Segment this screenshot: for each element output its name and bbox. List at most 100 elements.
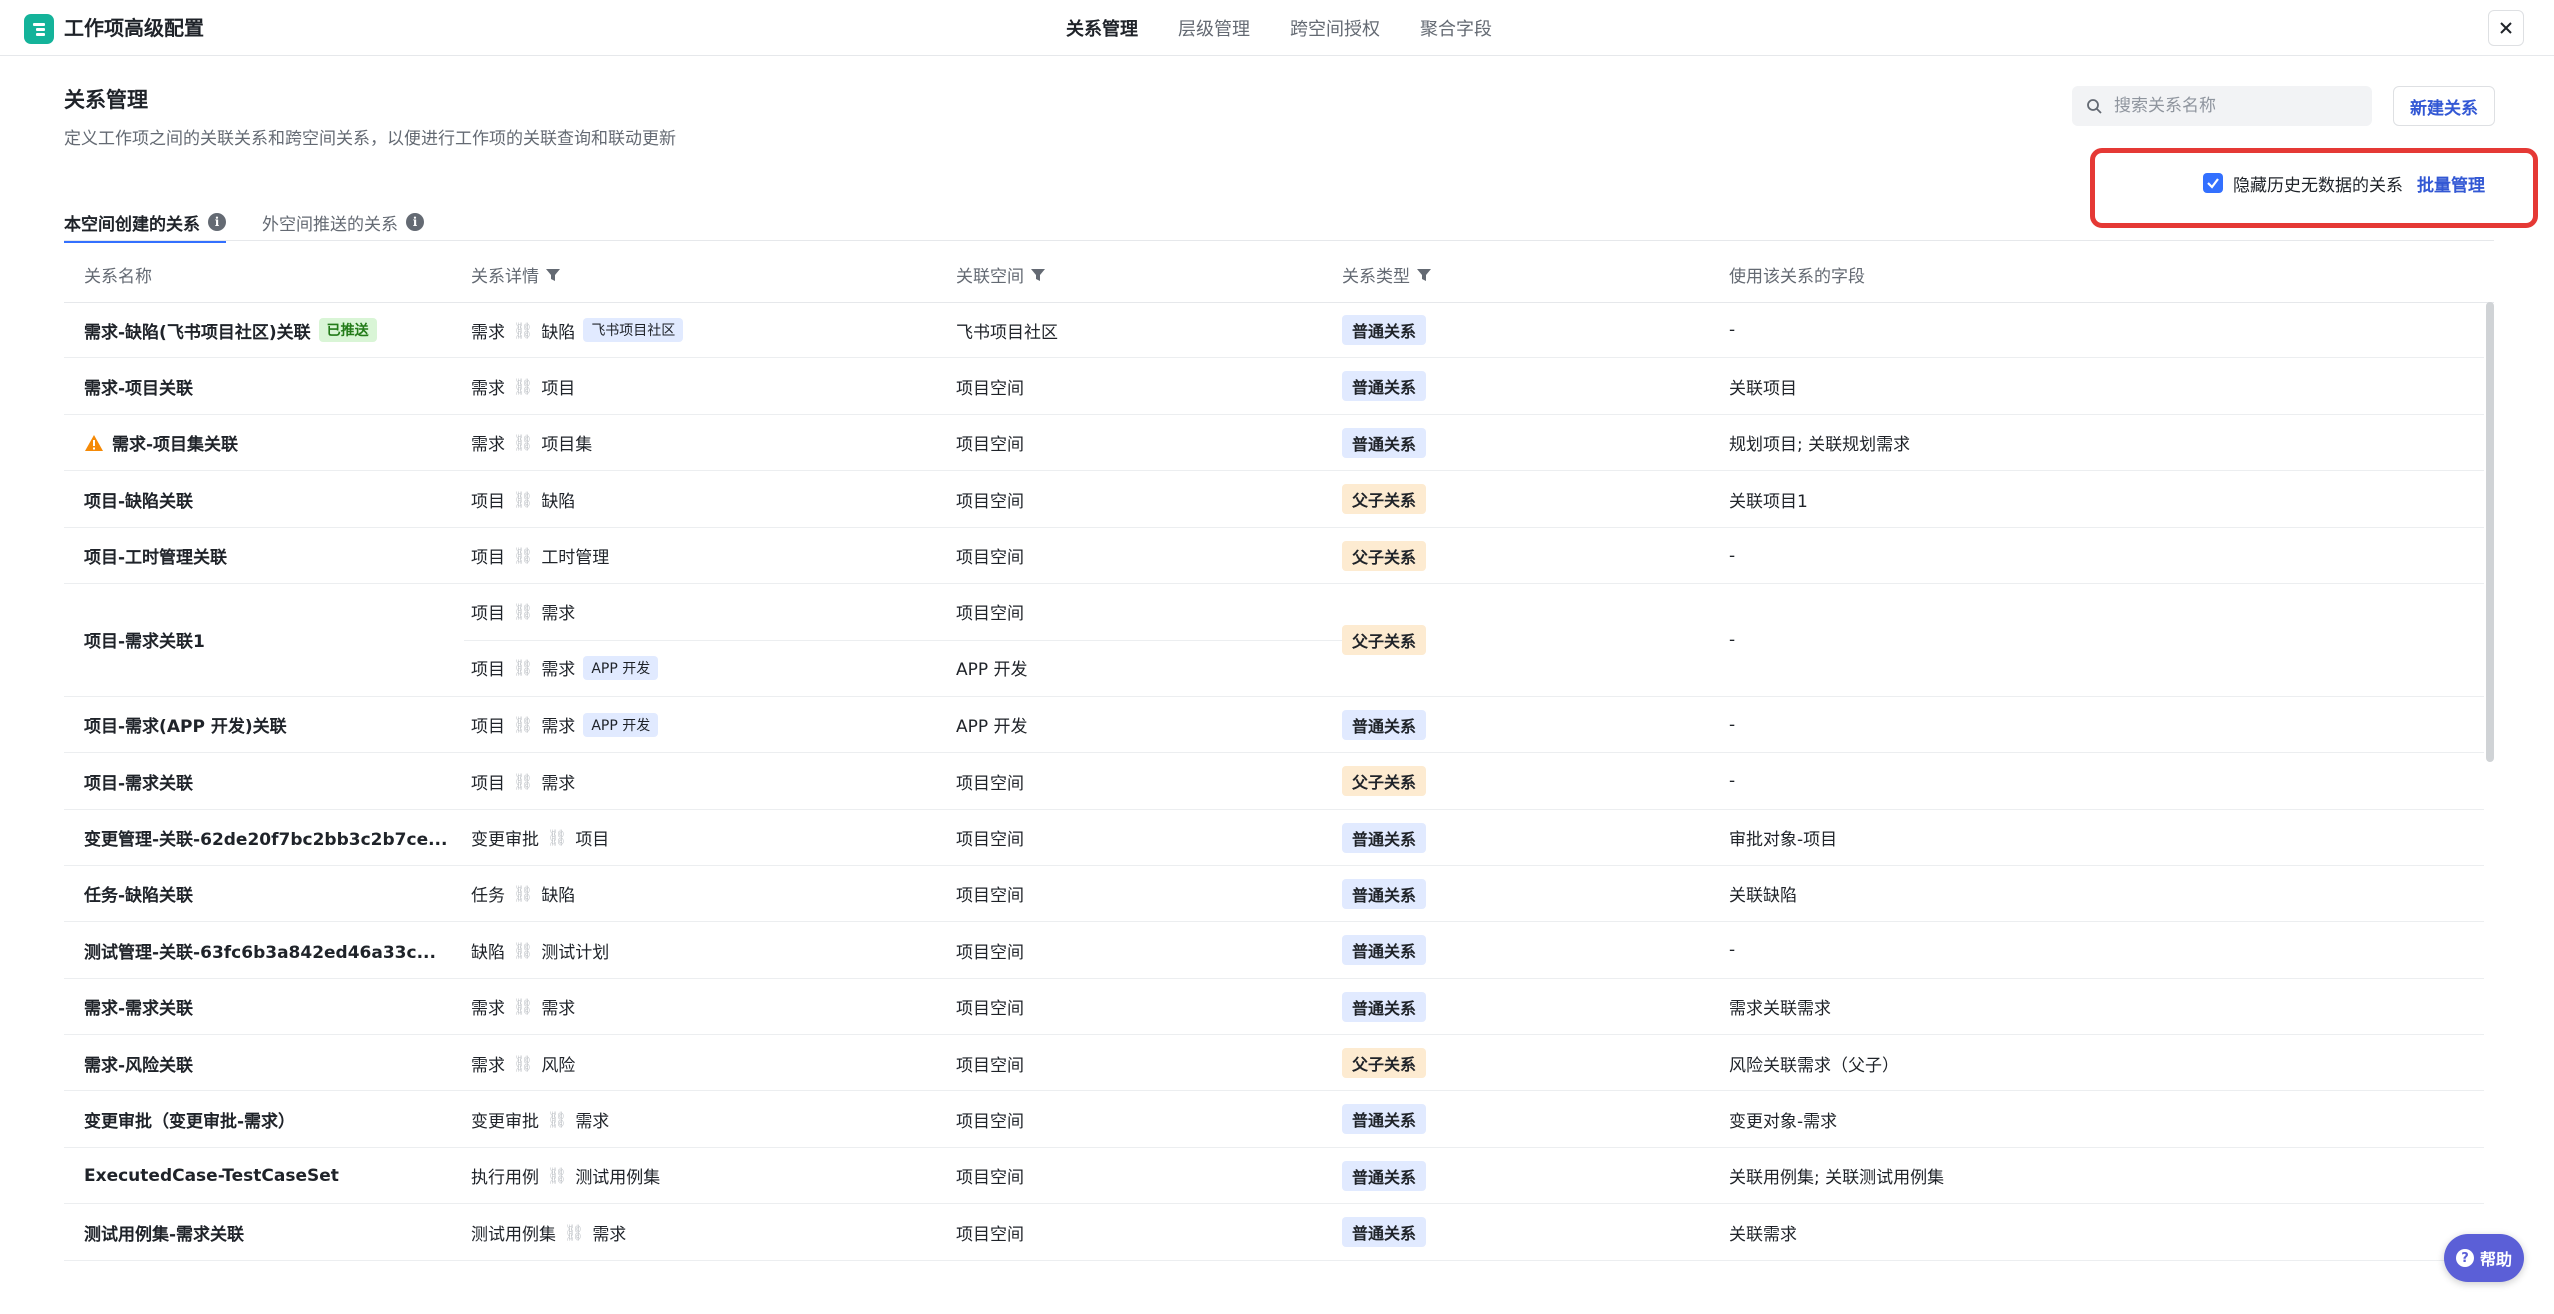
relation-name-text[interactable]: 需求-项目集关联: [112, 430, 238, 455]
relation-type: 普通关系: [1342, 358, 1427, 414]
filter-icon[interactable]: [545, 267, 561, 283]
help-button[interactable]: ? 帮助: [2444, 1234, 2524, 1282]
hide-history-label[interactable]: 隐藏历史无数据的关系: [2233, 171, 2403, 196]
table-row[interactable]: 需求-项目关联 需求 ⛓ 项目 项目空间 普通关系 关联项目: [64, 358, 2484, 415]
link-icon: ⛓: [564, 1222, 585, 1242]
relation-name-text[interactable]: 需求-风险关联: [84, 1051, 193, 1076]
table-row[interactable]: 项目-需求(APP 开发)关联 项目 ⛓ 需求 APP 开发 APP 开发 普通关系 -: [64, 697, 2484, 754]
relation-name-text[interactable]: 需求-缺陷(飞书项目社区)关联: [84, 318, 311, 343]
table-row[interactable]: 项目-需求关联1 项目 ⛓ 需求 项目空间 项目 ⛓ 需求 APP 开发 APP 开发 父子关系 -: [64, 584, 2484, 697]
relation-name: 测试用例集-需求关联: [84, 1204, 244, 1260]
relation-name-text[interactable]: 变更审批（变更审批-需求）: [84, 1107, 295, 1132]
related-space: 项目空间: [956, 1055, 1024, 1076]
relation-name-text[interactable]: 项目-工时管理关联: [84, 543, 227, 568]
relation-name-text[interactable]: 需求-项目关联: [84, 374, 193, 399]
tab-relation-management[interactable]: 关系管理: [1066, 0, 1138, 56]
relation-source: 缺陷: [471, 942, 505, 963]
related-space: 项目空间: [956, 1111, 1024, 1132]
table-row[interactable]: 需求-风险关联 需求 ⛓ 风险 项目空间 父子关系 风险关联需求（父子）: [64, 1035, 2484, 1092]
relation-name-text[interactable]: 任务-缺陷关联: [84, 881, 193, 906]
relation-target: 需求: [541, 604, 576, 625]
relation-name-text[interactable]: 项目-需求关联1: [84, 627, 205, 652]
relation-name-text[interactable]: 变更管理-关联-62de20f7bc2bb3c2b7ce...: [84, 825, 447, 850]
tab-local-relations-label: 本空间创建的关系: [64, 214, 200, 235]
relation-name-text[interactable]: 测试用例集-需求关联: [84, 1220, 244, 1245]
table-row[interactable]: 项目-工时管理关联 项目 ⛓ 工时管理 项目空间 父子关系 -: [64, 528, 2484, 584]
tab-cross-space-auth[interactable]: 跨空间授权: [1290, 0, 1380, 56]
related-space: 项目空间: [956, 491, 1024, 512]
relation-name-text[interactable]: 项目-需求(APP 开发)关联: [84, 712, 287, 737]
related-space: 项目空间: [956, 1168, 1024, 1189]
relation-type: 父子关系: [1342, 471, 1427, 527]
relation-name-text[interactable]: 测试管理-关联-63fc6b3a842ed46a33c...: [84, 938, 436, 963]
relation-name: 需求-风险关联: [84, 1035, 193, 1091]
table-row[interactable]: 测试用例集-需求关联 测试用例集 ⛓ 需求 项目空间 普通关系 关联需求: [64, 1204, 2484, 1261]
new-relation-button[interactable]: 新建关系: [2393, 86, 2495, 126]
relation-name: 变更管理-关联-62de20f7bc2bb3c2b7ce...: [84, 810, 447, 866]
relation-type-badge: 普通关系: [1342, 315, 1427, 345]
search-input[interactable]: [2112, 95, 2352, 117]
relation-type-badge: 父子关系: [1342, 624, 1427, 655]
filter-icon[interactable]: [1416, 267, 1432, 283]
relation-type: 父子关系: [1342, 753, 1427, 809]
relation-type-badge: 父子关系: [1342, 484, 1427, 515]
using-fields: -: [1729, 771, 1736, 792]
info-icon[interactable]: i: [406, 213, 424, 231]
relation-source: 项目: [471, 773, 505, 794]
relation-detail: 项目 ⛓ 需求 APP 开发: [471, 640, 659, 696]
relation-source: 项目: [471, 660, 505, 681]
tab-hierarchy-management[interactable]: 层级管理: [1178, 0, 1250, 56]
tab-local-relations[interactable]: 本空间创建的关系 i: [64, 204, 226, 243]
filter-icon[interactable]: [1030, 267, 1046, 283]
batch-manage-link[interactable]: 批量管理: [2417, 171, 2485, 196]
relation-detail: 项目 ⛓ 缺陷: [471, 471, 575, 527]
table-row[interactable]: 变更审批（变更审批-需求） 变更审批 ⛓ 需求 项目空间 普通关系 变更对象-需求: [64, 1091, 2484, 1148]
relation-name: 项目-需求关联1: [84, 612, 205, 668]
table-row[interactable]: 需求-缺陷(飞书项目社区)关联 已推送 需求 ⛓ 缺陷 飞书项目社区 飞书项目社区 普通关系 -: [64, 302, 2484, 359]
close-button[interactable]: [2488, 10, 2524, 46]
relation-name: 项目-需求(APP 开发)关联: [84, 697, 287, 753]
relation-target: 缺陷: [541, 491, 576, 512]
table-row[interactable]: 测试管理-关联-63fc6b3a842ed46a33c... 缺陷 ⛓ 测试计划 项目空…: [64, 922, 2484, 979]
tabs-divider: [64, 240, 2494, 241]
column-header-label: 使用该关系的字段: [1729, 267, 1865, 287]
relation-name-text[interactable]: 需求-需求关联: [84, 994, 193, 1019]
checkmark-icon: [2207, 178, 2219, 189]
app-logo-icon: [24, 14, 54, 44]
using-fields: 关联项目: [1729, 378, 1797, 399]
link-icon: ⛓: [513, 940, 534, 960]
table-row[interactable]: 项目-缺陷关联 项目 ⛓ 缺陷 项目空间 父子关系 关联项目1: [64, 471, 2484, 528]
relation-name: 测试管理-关联-63fc6b3a842ed46a33c...: [84, 922, 436, 978]
relation-type-badge: 父子关系: [1342, 1048, 1427, 1079]
table-row[interactable]: 需求-需求关联 需求 ⛓ 需求 项目空间 普通关系 需求关联需求: [64, 979, 2484, 1036]
relation-name-text[interactable]: 项目-需求关联: [84, 769, 193, 794]
relation-detail: 测试用例集 ⛓ 需求: [471, 1204, 626, 1260]
search-box[interactable]: [2072, 86, 2372, 126]
info-icon[interactable]: i: [208, 213, 226, 231]
related-space: 项目空间: [956, 435, 1024, 456]
table-row[interactable]: 任务-缺陷关联 任务 ⛓ 缺陷 项目空间 普通关系 关联缺陷: [64, 866, 2484, 923]
table-row[interactable]: 变更管理-关联-62de20f7bc2bb3c2b7ce... 变更审批 ⛓ 项目 项目…: [64, 810, 2484, 866]
table-scrollbar[interactable]: [2486, 302, 2494, 762]
relation-name: 任务-缺陷关联: [84, 866, 193, 922]
relation-detail: 项目 ⛓ 需求: [471, 753, 575, 809]
table-row[interactable]: 需求-项目集关联 需求 ⛓ 项目集 项目空间 普通关系 规划项目; 关联规划需求: [64, 415, 2484, 472]
related-space: 项目空间: [956, 1224, 1024, 1245]
relation-source: 变更审批: [471, 830, 539, 851]
relation-name-text[interactable]: 项目-缺陷关联: [84, 487, 193, 512]
relation-source: 变更审批: [471, 1111, 539, 1132]
table-row[interactable]: ExecutedCase-TestCaseSet 执行用例 ⛓ 测试用例集 项目空间 普通…: [64, 1148, 2484, 1205]
tab-pushed-relations[interactable]: 外空间推送的关系 i: [262, 204, 424, 240]
table-row[interactable]: 项目-需求关联 项目 ⛓ 需求 项目空间 父子关系 -: [64, 753, 2484, 810]
hide-history-option: 隐藏历史无数据的关系 批量管理: [2203, 170, 2485, 196]
hide-history-checkbox[interactable]: [2203, 173, 2223, 193]
using-fields: 关联用例集; 关联测试用例集: [1729, 1168, 1945, 1189]
relation-name-text[interactable]: ExecutedCase-TestCaseSet: [84, 1166, 339, 1186]
link-icon: ⛓: [547, 828, 568, 848]
relation-target: 缺陷: [541, 886, 576, 907]
relation-type-badge: 普通关系: [1342, 1160, 1427, 1191]
relation-detail: 项目 ⛓ 需求 APP 开发: [471, 697, 659, 753]
space-tag: APP 开发: [583, 712, 659, 737]
tab-aggregate-fields[interactable]: 聚合字段: [1420, 0, 1492, 56]
relation-type: 父子关系: [1342, 528, 1427, 584]
